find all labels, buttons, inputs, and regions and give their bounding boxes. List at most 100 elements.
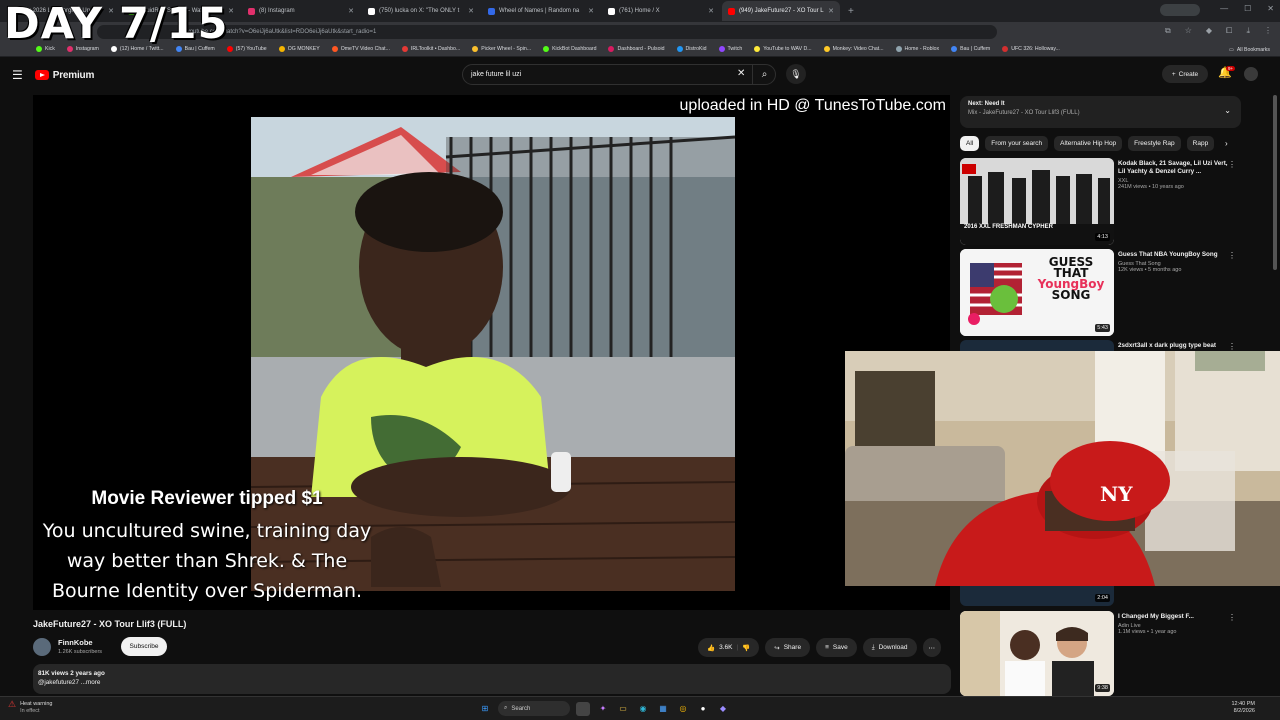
more-vert-icon[interactable]: ⋮ <box>1228 160 1236 169</box>
rec-title[interactable]: Guess That NBA YoungBoy Song <box>1118 251 1230 259</box>
discord-icon[interactable]: ◆ <box>716 702 730 716</box>
close-icon[interactable]: ✕ <box>468 7 474 15</box>
screen: New 2026 Lamborghini Urus S ✕ SquidRon St… <box>0 0 1280 720</box>
bookmark-item[interactable]: (57) YouTube <box>226 46 267 52</box>
recommended-video[interactable]: 9:38 I Changed My Biggest F... Adin Live… <box>960 611 1240 696</box>
rec-title[interactable]: I Changed My Biggest F... <box>1118 613 1230 621</box>
bookmark-item[interactable]: OmeTV Video Chat... <box>331 46 390 52</box>
browser-tab[interactable]: Wheel of Names | Random na ✕ <box>482 1 600 21</box>
rec-title[interactable]: 2sdxrt3all x dark plugg type beat <box>1118 342 1230 350</box>
share-button[interactable]: ↪ Share <box>765 638 811 657</box>
like-button[interactable]: 👍 3.6K | 👎 <box>698 638 760 657</box>
star-icon[interactable]: ☆ <box>1185 26 1192 36</box>
minimize-icon[interactable]: — <box>1220 4 1228 13</box>
close-icon[interactable]: ✕ <box>588 7 594 15</box>
extensions-icon[interactable]: ⧠ <box>1226 26 1232 36</box>
browser-tab[interactable]: (750) lucka on X: "The ONLY t ✕ <box>362 1 480 21</box>
rec-title[interactable]: Kodak Black, 21 Savage, Lil Uzi Vert, Li… <box>1118 160 1230 176</box>
bookmark-item[interactable]: YouTube to WAV D... <box>754 46 812 52</box>
close-icon[interactable]: ✕ <box>828 7 834 15</box>
copilot-icon[interactable]: ✦ <box>596 702 610 716</box>
create-button[interactable]: + Create <box>1162 65 1208 83</box>
maximize-icon[interactable]: ☐ <box>1244 4 1251 13</box>
more-vert-icon[interactable]: ⋮ <box>1228 251 1236 260</box>
browser-tab-active[interactable]: (949) JakeFuture27 - XO Tour L ✕ <box>722 1 840 21</box>
chevron-down-icon[interactable]: ⌄ <box>1224 106 1231 115</box>
more-vert-icon[interactable]: ⋮ <box>1228 613 1236 622</box>
task-view-icon[interactable] <box>576 701 590 716</box>
more-actions-button[interactable]: ⋯ <box>922 638 941 657</box>
search-input[interactable]: jake future lil uzi <box>462 64 776 85</box>
start-menu-icon[interactable]: ⊞ <box>478 702 492 716</box>
close-icon[interactable]: ✕ <box>228 7 234 15</box>
bookmark-item[interactable]: Bau | Cuffem <box>951 46 990 52</box>
voice-search-button[interactable]: 🎙 <box>786 64 806 84</box>
channel-avatar[interactable] <box>33 638 51 656</box>
browser-tab[interactable]: (761) Home / X ✕ <box>602 1 720 21</box>
channel-name[interactable]: FinnKobe <box>58 638 93 647</box>
bookmark-item[interactable]: IRLToolkit • Dashbo... <box>401 46 460 52</box>
system-clock[interactable]: 12:40 PM 8/2/2026 <box>1231 701 1255 715</box>
recommended-video[interactable]: GUESS THAT YoungBoy SONG 5:43 Guess That… <box>960 249 1240 337</box>
file-explorer-icon[interactable]: ▭ <box>616 702 630 716</box>
bookmark-item[interactable]: OG MONKEY <box>278 46 320 52</box>
bookmark-favicon-icon <box>331 46 338 52</box>
hamburger-menu-icon[interactable]: ☰ <box>12 68 23 82</box>
bookmark-item[interactable]: KickBot Dashboard <box>543 46 596 52</box>
bookmark-item[interactable]: Monkey: Video Chat... <box>823 46 884 52</box>
all-bookmarks-button[interactable]: ▭ All Bookmarks <box>1229 42 1270 57</box>
search-button[interactable]: ⌕ <box>752 64 776 85</box>
chrome-icon[interactable]: ◎ <box>676 702 690 716</box>
close-icon[interactable]: ✕ <box>708 7 714 15</box>
download-button[interactable]: ⤓ Download <box>862 638 917 657</box>
chevron-right-icon[interactable]: › <box>1225 139 1228 148</box>
weather-widget[interactable]: ⚠ Heat warning In effect <box>8 700 53 714</box>
thumbnail-image <box>960 611 1114 696</box>
browser-tab[interactable]: (8) Instagram ✕ <box>242 1 360 21</box>
chip-freestyle-rap[interactable]: Freestyle Rap <box>1128 136 1181 151</box>
video-thumbnail[interactable]: 9:38 <box>960 611 1114 696</box>
video-thumbnail[interactable]: GUESS THAT YoungBoy SONG 5:43 <box>960 249 1114 336</box>
recommended-video[interactable]: 2016 XXL FRESHMAN CYPHER 4:13 Kodak Blac… <box>960 158 1240 246</box>
close-icon[interactable]: ✕ <box>348 7 354 15</box>
downloads-icon[interactable]: ⤓ <box>1246 26 1250 36</box>
video-thumbnail[interactable]: 2016 XXL FRESHMAN CYPHER 4:13 <box>960 158 1114 245</box>
bookmark-item[interactable]: Twitch <box>718 46 742 52</box>
mix-label: Mix - JakeFuture27 - XO Tour Llif3 (FULL… <box>968 110 1080 116</box>
chip-all[interactable]: All <box>960 136 980 151</box>
close-window-icon[interactable]: ✕ <box>1267 4 1274 13</box>
save-button[interactable]: ≡ Save <box>816 638 857 657</box>
chip-rapp[interactable]: Rapp <box>1186 136 1215 151</box>
menu-icon[interactable]: ⋮ <box>1264 26 1272 36</box>
bookmark-item[interactable]: UFC 326: Holloway... <box>1002 46 1060 52</box>
description-box[interactable]: 81K views 2 years ago @jakefuture27 ...m… <box>33 664 951 694</box>
bookmark-favicon-icon <box>472 46 479 52</box>
youtube-logo[interactable]: Premium <box>34 70 94 81</box>
tip-message: You uncultured swine, training day way b… <box>42 520 372 602</box>
install-icon[interactable]: ⧉ <box>1165 26 1171 36</box>
store-icon[interactable]: ▦ <box>656 702 670 716</box>
edge-icon[interactable]: ◉ <box>636 702 650 716</box>
taskbar-search[interactable]: ⌕ Search <box>498 701 570 716</box>
url-field[interactable]: youtube.com/watch?v=O6eiJj6aUtk&list=RDO… <box>96 25 997 39</box>
account-avatar[interactable] <box>1244 67 1258 81</box>
video-player[interactable]: uploaded in HD @ TunesToTube.com Movie R… <box>33 95 950 610</box>
new-tab-icon[interactable]: + <box>848 6 854 17</box>
subscribe-button[interactable]: Subscribe <box>121 637 167 656</box>
mix-playlist-panel[interactable]: Next: Need It Mix - JakeFuture27 - XO To… <box>960 96 1241 128</box>
video-duration: 5:43 <box>1095 324 1110 332</box>
chip-alt-hip-hop[interactable]: Alternative Hip Hop <box>1054 136 1123 151</box>
obs-icon[interactable]: ● <box>696 702 710 716</box>
video-duration: 9:38 <box>1095 684 1110 692</box>
bookmark-item[interactable]: Home - Roblox <box>895 46 939 52</box>
profile-pill[interactable] <box>1160 4 1200 16</box>
clear-search-icon[interactable]: ✕ <box>737 68 745 79</box>
bookmark-item[interactable]: Dashboard - Pulsoid <box>608 46 665 52</box>
bookmark-item[interactable]: Picker Wheel - Spin... <box>472 46 531 52</box>
chip-from-search[interactable]: From your search <box>985 136 1049 151</box>
thumbs-down-icon[interactable]: 👎 <box>742 644 750 652</box>
more-vert-icon[interactable]: ⋮ <box>1228 342 1236 351</box>
bookmark-item[interactable]: DistroKid <box>676 46 707 52</box>
sidebar-scrollbar[interactable] <box>1273 95 1277 270</box>
extension-icon[interactable]: ◆ <box>1206 26 1212 36</box>
